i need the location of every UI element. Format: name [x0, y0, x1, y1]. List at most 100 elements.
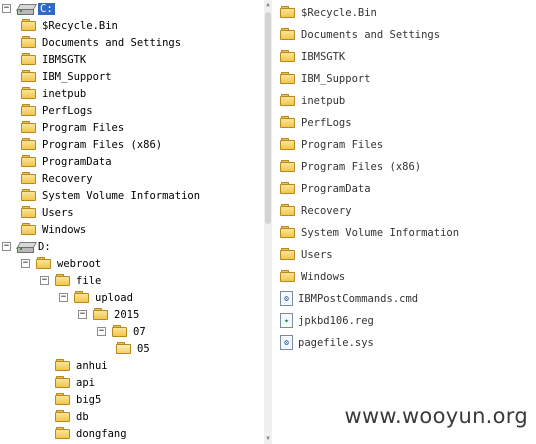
scroll-thumb[interactable] — [265, 12, 271, 224]
list-folder-item[interactable]: Recovery — [280, 202, 352, 219]
tree-folder-node[interactable]: 05 — [116, 340, 150, 357]
tree-folder-node[interactable]: IBM_Support — [21, 68, 112, 85]
tree-folder-node[interactable]: big5 — [40, 391, 101, 408]
list-folder-item[interactable]: Users — [280, 246, 333, 263]
scroll-down-arrow-icon[interactable]: ▼ — [264, 434, 272, 444]
folder-icon — [280, 270, 296, 283]
list-item-label: IBMSGTK — [301, 50, 346, 63]
tree-folder-node[interactable]: Program Files (x86) — [21, 136, 162, 153]
list-file-item[interactable]: ⚙ IBMPostCommands.cmd — [280, 290, 418, 307]
list-folder-item[interactable]: IBM_Support — [280, 70, 371, 87]
tree-node-label: file — [76, 274, 102, 287]
list-folder-item[interactable]: Windows — [280, 268, 345, 285]
folder-icon — [55, 393, 71, 406]
folder-icon — [21, 36, 37, 49]
list-item-label: pagefile.sys — [298, 336, 374, 349]
tree-node-label: api — [76, 376, 95, 389]
collapse-toggle-icon[interactable]: − — [2, 4, 11, 13]
folder-icon — [280, 72, 296, 85]
scroll-up-arrow-icon[interactable]: ▲ — [264, 0, 272, 10]
folder-tree[interactable]: − C: $Recycle.Bin Documents and Settings IBM… — [0, 0, 264, 444]
list-folder-item[interactable]: PerfLogs — [280, 114, 352, 131]
list-item-label: jpkbd106.reg — [298, 314, 374, 327]
folder-icon — [280, 28, 296, 41]
tree-folder-node[interactable]: ProgramData — [21, 153, 112, 170]
tree-folder-node[interactable]: api — [40, 374, 95, 391]
folder-icon — [280, 182, 296, 195]
list-item-label: PerfLogs — [301, 116, 352, 129]
folder-icon — [55, 274, 71, 287]
list-item-label: IBMPostCommands.cmd — [298, 292, 419, 305]
folder-icon — [280, 160, 296, 173]
tree-node-label: Windows — [42, 223, 87, 236]
tree-folder-node[interactable]: Recovery — [21, 170, 93, 187]
tree-folder-node[interactable]: Users — [21, 204, 74, 221]
folder-icon — [93, 308, 109, 321]
folder-icon — [280, 50, 296, 63]
list-item-label: Recovery — [301, 204, 352, 217]
folder-icon — [280, 226, 296, 239]
collapse-toggle-icon[interactable]: − — [2, 242, 11, 251]
tree-node-label: $Recycle.Bin — [42, 19, 118, 32]
system-file-icon: ⚙ — [280, 335, 293, 350]
tree-folder-node[interactable]: − upload — [59, 289, 133, 306]
tree-node-label: 05 — [137, 342, 150, 355]
collapse-toggle-icon[interactable]: − — [59, 293, 68, 302]
collapse-toggle-icon[interactable]: − — [97, 327, 106, 336]
tree-folder-node[interactable]: Documents and Settings — [21, 34, 181, 51]
folder-icon — [280, 204, 296, 217]
file-list[interactable]: $Recycle.Bin Documents and Settings IBMSGT… — [276, 0, 534, 444]
tree-folder-node[interactable]: − 2015 — [78, 306, 139, 323]
list-folder-item[interactable]: Program Files — [280, 136, 383, 153]
drive-icon — [15, 241, 38, 253]
folder-icon — [21, 19, 37, 32]
list-folder-item[interactable]: ProgramData — [280, 180, 371, 197]
tree-node-label: Recovery — [42, 172, 93, 185]
tree-node-label: dongfang — [76, 427, 127, 440]
list-file-item[interactable]: ⚙ pagefile.sys — [280, 334, 374, 351]
list-folder-item[interactable]: IBMSGTK — [280, 48, 345, 65]
folder-icon — [21, 223, 37, 236]
tree-folder-node[interactable]: dongfang — [40, 425, 127, 442]
folder-icon — [21, 87, 37, 100]
tree-folder-node[interactable]: Windows — [21, 221, 86, 238]
folder-icon — [21, 104, 37, 117]
registry-file-icon: ✦ — [280, 313, 293, 328]
tree-node-label: db — [76, 410, 89, 423]
tree-folder-node[interactable]: Program Files — [21, 119, 124, 136]
list-file-item[interactable]: ✦ jpkbd106.reg — [280, 312, 374, 329]
folder-icon — [21, 172, 37, 185]
tree-drive-node[interactable]: − D: — [2, 238, 51, 255]
list-folder-item[interactable]: Program Files (x86) — [280, 158, 421, 175]
tree-drive-node[interactable]: − C: — [2, 0, 55, 17]
tree-node-label: 2015 — [114, 308, 140, 321]
tree-folder-node[interactable]: inetpub — [21, 85, 86, 102]
list-item-label: Program Files — [301, 138, 384, 151]
tree-folder-node[interactable]: − webroot — [21, 255, 101, 272]
folder-icon — [21, 121, 37, 134]
tree-folder-node[interactable]: System Volume Information — [21, 187, 200, 204]
tree-folder-node[interactable]: PerfLogs — [21, 102, 93, 119]
tree-node-label: IBMSGTK — [42, 53, 87, 66]
list-item-label: $Recycle.Bin — [301, 6, 377, 19]
tree-scrollbar[interactable]: ▲ ▼ — [264, 0, 272, 444]
tree-folder-node[interactable]: IBMSGTK — [21, 51, 86, 68]
tree-folder-node[interactable]: anhui — [40, 357, 108, 374]
tree-node-label: inetpub — [42, 87, 87, 100]
list-folder-item[interactable]: System Volume Information — [280, 224, 459, 241]
list-folder-item[interactable]: $Recycle.Bin — [280, 4, 377, 21]
collapse-toggle-icon[interactable]: − — [78, 310, 87, 319]
list-folder-item[interactable]: inetpub — [280, 92, 345, 109]
tree-folder-node[interactable]: − 07 — [97, 323, 146, 340]
folder-icon — [280, 138, 296, 151]
tree-folder-node[interactable]: − file — [40, 272, 101, 289]
tree-folder-node[interactable]: $Recycle.Bin — [21, 17, 118, 34]
tree-folder-node[interactable]: db — [40, 408, 89, 425]
folder-icon — [21, 138, 37, 151]
collapse-toggle-icon[interactable]: − — [21, 259, 30, 268]
collapse-toggle-icon[interactable]: − — [40, 276, 49, 285]
folder-icon — [55, 376, 71, 389]
list-folder-item[interactable]: Documents and Settings — [280, 26, 440, 43]
